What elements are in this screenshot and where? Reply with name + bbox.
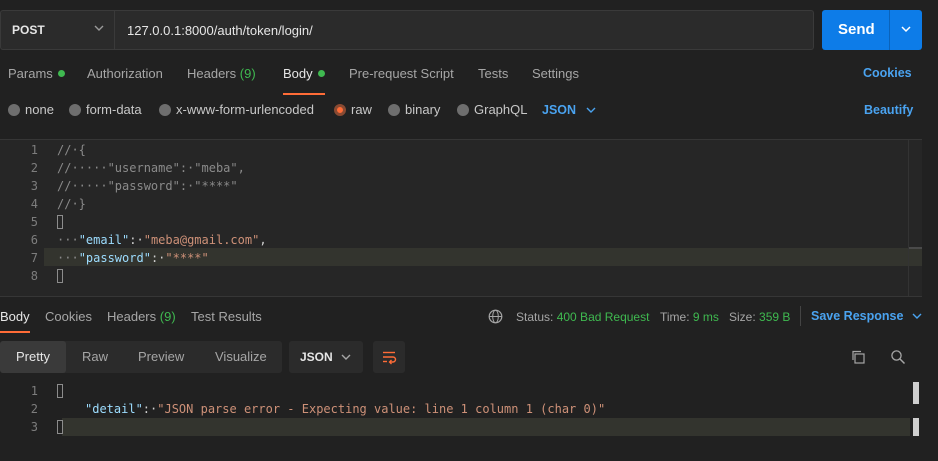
tab-settings[interactable]: Settings xyxy=(532,66,579,81)
send-divider xyxy=(889,10,890,50)
tab-pre-request-script[interactable]: Pre-request Script xyxy=(349,66,454,81)
radio-none-label: none xyxy=(25,102,54,117)
line-number: 2 xyxy=(30,402,38,416)
time-value: 9 ms xyxy=(692,310,719,324)
line-number: 4 xyxy=(30,197,38,211)
beautify-link[interactable]: Beautify xyxy=(864,103,913,117)
line-number: 3 xyxy=(30,179,38,193)
method-label: POST xyxy=(12,23,45,37)
url-input[interactable]: 127.0.0.1:8000/auth/token/login/ xyxy=(115,10,814,50)
response-scrollbar-marker[interactable] xyxy=(913,418,919,436)
wrap-icon xyxy=(383,351,397,365)
response-time: Time: 9 ms xyxy=(660,310,719,324)
line-number: 3 xyxy=(30,420,38,434)
close-brace xyxy=(57,269,63,283)
status-value: 400 Bad Request xyxy=(556,310,650,324)
tab-headers[interactable]: Headers (9) xyxy=(187,66,256,81)
brace-match xyxy=(57,384,63,398)
chevron-down-icon xyxy=(94,25,104,31)
response-view-selector: Pretty Raw Preview Visualize xyxy=(0,341,282,373)
code-comment: //·} xyxy=(57,197,86,211)
radio-urlencoded[interactable] xyxy=(159,104,171,116)
radio-graphql[interactable] xyxy=(457,104,469,116)
tab-tests[interactable]: Tests xyxy=(478,66,508,81)
url-text: 127.0.0.1:8000/auth/token/login/ xyxy=(127,23,313,38)
open-brace xyxy=(57,384,63,398)
brace-match xyxy=(57,420,63,434)
response-status: Status: 400 Bad Request xyxy=(516,310,650,324)
radio-urlencoded-label: x-www-form-urlencoded xyxy=(176,102,314,117)
current-line-highlight xyxy=(62,418,910,436)
radio-form-data-label: form-data xyxy=(86,102,142,117)
code-comment: //·{ xyxy=(57,143,86,157)
view-raw[interactable]: Raw xyxy=(82,349,108,364)
open-brace xyxy=(57,215,63,229)
body-format-select[interactable]: JSON xyxy=(542,103,596,117)
tab-body-underline xyxy=(283,93,325,95)
line-number: 7 xyxy=(30,251,38,265)
request-body-editor[interactable]: 1 2 3 4 5 6 7 8 //·{ //·····"username":·… xyxy=(0,139,922,297)
globe-icon[interactable] xyxy=(488,309,503,324)
search-icon[interactable] xyxy=(890,349,906,365)
chevron-down-icon xyxy=(586,107,596,113)
radio-binary[interactable] xyxy=(388,104,400,116)
radio-form-data[interactable] xyxy=(69,104,81,116)
view-preview[interactable]: Preview xyxy=(138,349,184,364)
code-comment: //·····"username":·"meba", xyxy=(57,161,245,175)
close-brace xyxy=(57,420,63,434)
wrap-lines-button[interactable] xyxy=(373,341,405,373)
chevron-down-icon xyxy=(341,354,351,360)
view-pretty[interactable]: Pretty xyxy=(16,349,50,364)
response-body-viewer[interactable]: 1 2 3 "detail":·"JSON parse error - Expe… xyxy=(0,380,922,461)
radio-graphql-label: GraphQL xyxy=(474,102,528,117)
params-dot xyxy=(57,70,65,77)
line-number: 6 xyxy=(30,233,38,247)
radio-raw-label: raw xyxy=(351,102,372,117)
code-comment: //·····"password":·"****" xyxy=(57,179,238,193)
tab-body[interactable]: Body xyxy=(283,66,325,81)
response-tab-underline xyxy=(0,331,30,333)
chevron-down-icon xyxy=(912,313,922,319)
line-number: 8 xyxy=(30,269,38,283)
response-size: Size: 359 B xyxy=(729,310,791,324)
response-tab-body[interactable]: Body xyxy=(0,309,30,324)
response-scrollbar-thumb[interactable] xyxy=(913,382,919,404)
radio-raw[interactable] xyxy=(334,104,346,116)
cookies-link[interactable]: Cookies xyxy=(863,66,912,80)
code-line-detail: "detail":·"JSON parse error - Expecting … xyxy=(85,402,606,416)
size-value: 359 B xyxy=(759,310,791,324)
body-dot xyxy=(317,70,325,77)
chevron-down-icon[interactable] xyxy=(900,22,912,36)
brace-match xyxy=(57,269,63,283)
method-select[interactable]: POST xyxy=(0,10,115,50)
radio-none[interactable] xyxy=(8,104,20,116)
editor-scrollbar-marker[interactable] xyxy=(908,247,922,249)
copy-icon[interactable] xyxy=(850,349,866,365)
radio-binary-label: binary xyxy=(405,102,441,117)
send-label: Send xyxy=(838,21,875,38)
line-number: 1 xyxy=(30,143,38,157)
response-tab-cookies[interactable]: Cookies xyxy=(45,309,92,324)
tab-params[interactable]: Params xyxy=(8,66,65,81)
view-visualize[interactable]: Visualize xyxy=(215,349,267,364)
line-number: 2 xyxy=(30,161,38,175)
line-number: 5 xyxy=(30,215,38,229)
brace-match xyxy=(57,215,63,229)
send-button[interactable]: Send xyxy=(822,10,922,50)
save-response-button[interactable]: Save Response xyxy=(811,309,922,323)
status-divider xyxy=(800,306,801,326)
code-line-password: ···"password":·"****" xyxy=(57,251,209,265)
tab-authorization[interactable]: Authorization xyxy=(87,66,163,81)
response-tab-test-results[interactable]: Test Results xyxy=(191,309,262,324)
line-number: 1 xyxy=(30,384,38,398)
code-line-email: ···"email":·"meba@gmail.com", xyxy=(57,233,267,247)
editor-scrollbar-track xyxy=(908,140,909,296)
response-tab-headers[interactable]: Headers (9) xyxy=(107,309,176,324)
response-format-select[interactable]: JSON xyxy=(289,341,363,373)
